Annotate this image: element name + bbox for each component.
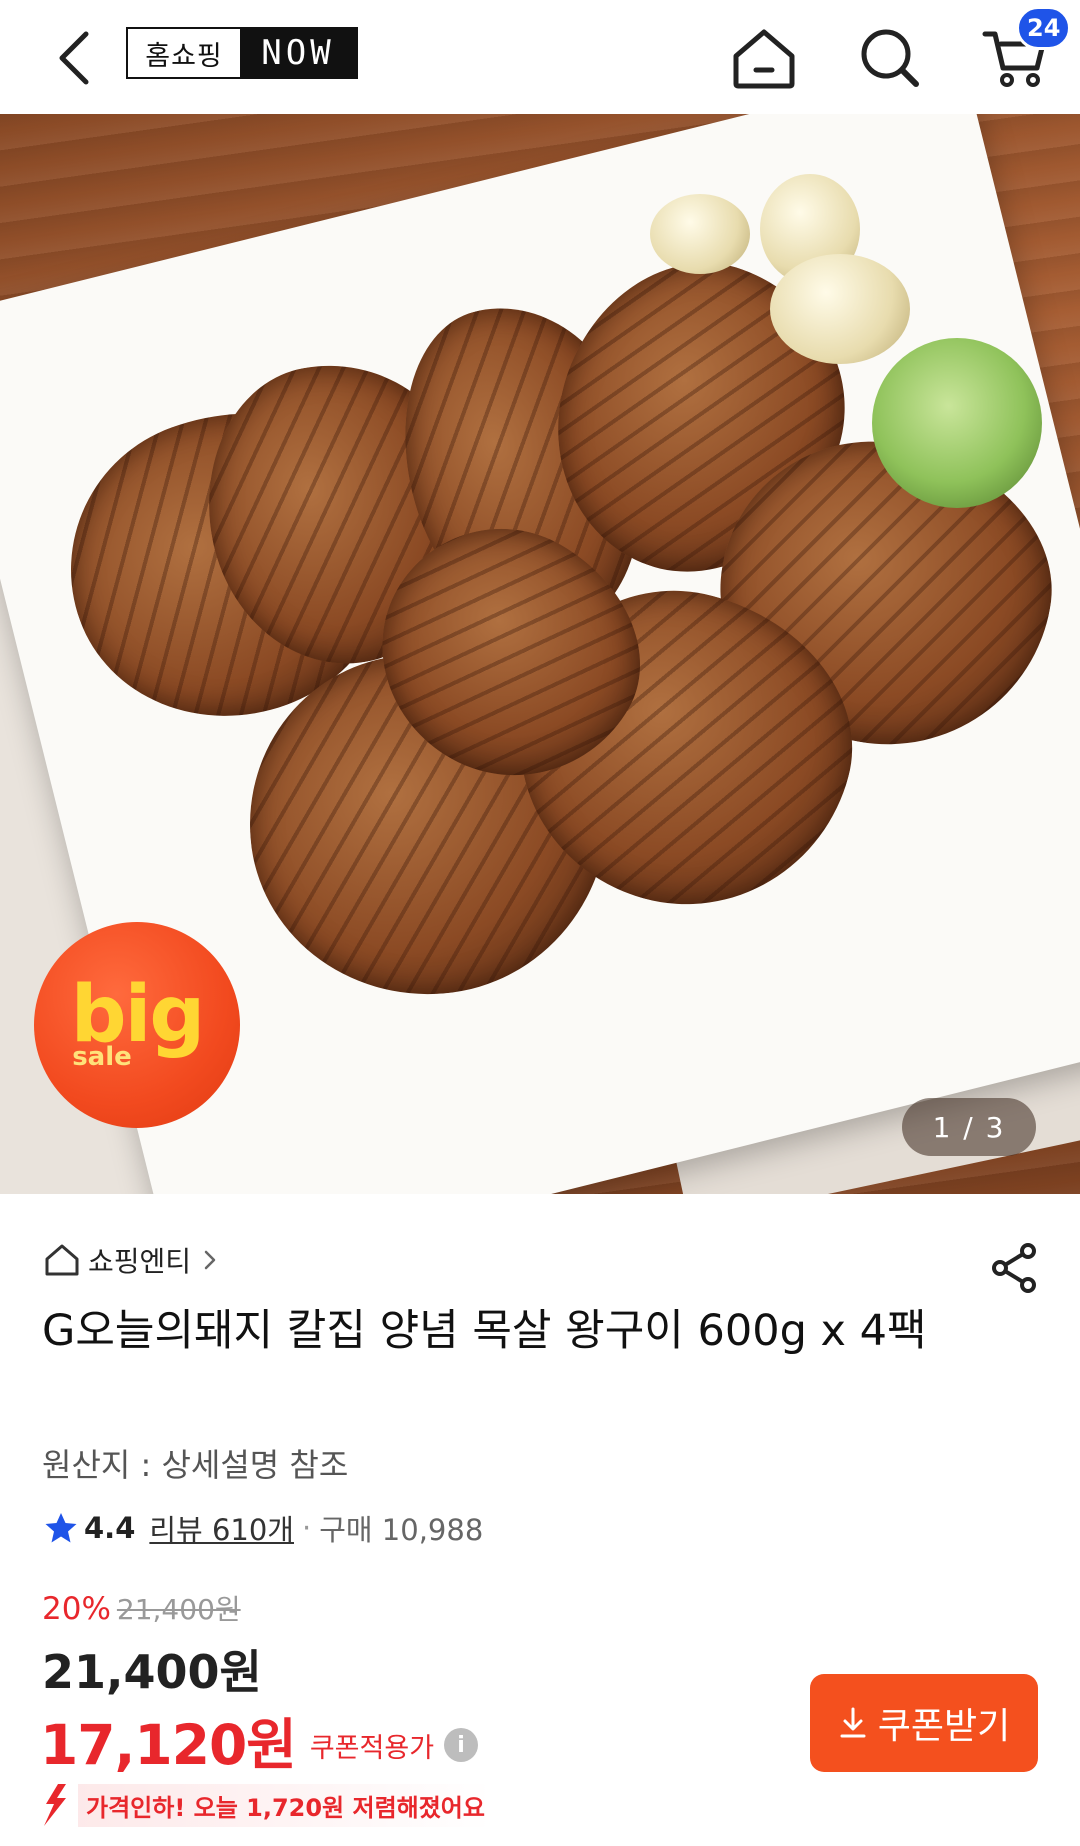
price-drop-banner: 가격인하! 오늘 1,720원 저렴해졌어요 (40, 1782, 493, 1828)
coupon-price-value: 17,120원 (40, 1713, 297, 1777)
back-arrow-icon (59, 31, 89, 85)
share-button[interactable] (986, 1240, 1042, 1296)
chevron-right-icon (204, 1250, 216, 1270)
rating-score: 4.4 (84, 1511, 136, 1545)
store-home-icon (45, 1244, 79, 1276)
garlic-piece (650, 194, 750, 274)
top-app-bar: 홈쇼핑 NOW 24 (0, 0, 1080, 112)
original-price: 21,400원 (116, 1593, 241, 1626)
logo-text-right: NOW (240, 29, 356, 77)
search-button[interactable] (850, 18, 930, 98)
get-coupon-button[interactable]: 쿠폰받기 (810, 1674, 1038, 1772)
big-sale-sale-text: sale (72, 1042, 132, 1072)
product-origin: 원산지 : 상세설명 참조 (42, 1446, 349, 1484)
coupon-price-row: 17,120원 쿠폰적용가 i (40, 1700, 479, 1780)
big-sale-badge: big sale (34, 922, 240, 1128)
get-coupon-label: 쿠폰받기 (877, 1706, 1011, 1747)
search-icon (861, 29, 919, 87)
product-image-carousel[interactable]: big sale 1 / 3 (0, 114, 1080, 1194)
purchase-count: 구매 10,988 (319, 1513, 484, 1547)
share-icon (992, 1243, 1036, 1293)
seller-breadcrumb[interactable]: 쇼핑엔티 (44, 1240, 219, 1280)
cart-count-badge: 24 (1016, 6, 1072, 50)
info-icon[interactable]: i (444, 1728, 479, 1762)
big-sale-big-text: big (70, 970, 205, 1060)
sale-price: 21,400원 (42, 1645, 262, 1699)
price-down-arrow-icon (44, 1784, 66, 1826)
discount-row: 20% 21,400원 (42, 1588, 241, 1628)
review-link[interactable]: 리뷰 610개 (149, 1507, 294, 1549)
rating-row: 4.4 리뷰 610개 · 구매 10,988 (44, 1506, 483, 1550)
star-icon (45, 1513, 77, 1543)
back-button[interactable] (38, 22, 110, 94)
homeshopping-now-logo[interactable]: 홈쇼핑 NOW (126, 27, 358, 79)
download-icon (838, 1706, 868, 1740)
product-title: G오늘의돼지 칼집 양념 목살 왕구이 600g x 4팩 (42, 1306, 927, 1356)
image-page-indicator: 1 / 3 (902, 1098, 1036, 1156)
seller-name: 쇼핑엔티 (88, 1245, 192, 1278)
price-drop-text: 가격인하! 오늘 1,720원 저렴해졌어요 (78, 1783, 493, 1827)
home-icon (733, 29, 795, 89)
logo-text-left: 홈쇼핑 (128, 29, 240, 77)
separator-dot: · (302, 1511, 312, 1545)
coupon-price-label: 쿠폰적용가 (309, 1732, 435, 1764)
garlic-piece (770, 254, 910, 364)
home-button[interactable] (724, 18, 804, 98)
brussels-sprout (872, 338, 1042, 508)
discount-percent: 20% (42, 1591, 111, 1627)
